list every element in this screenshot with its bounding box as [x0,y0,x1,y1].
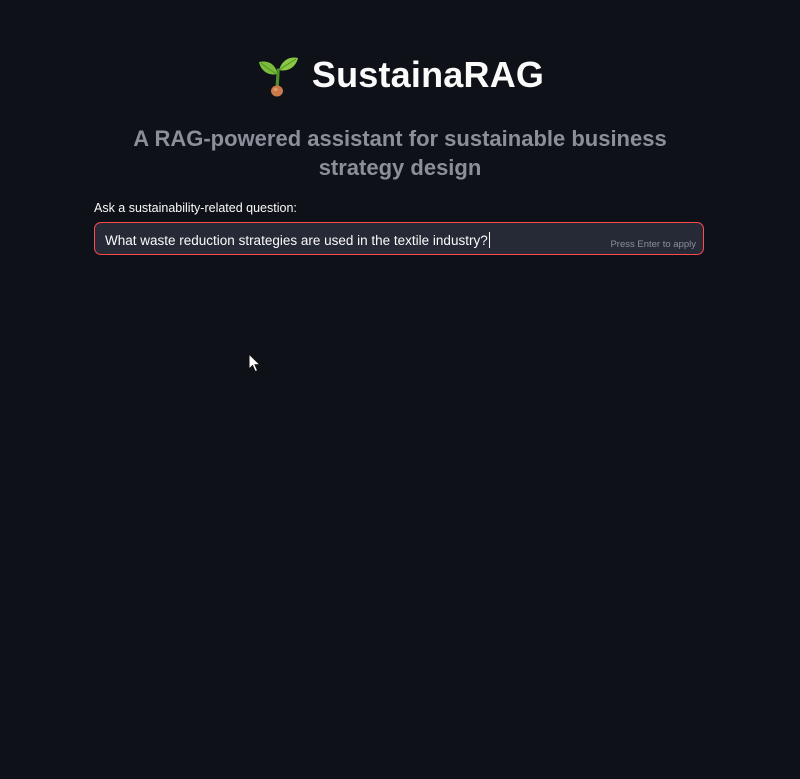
app-page: SustainaRAG A RAG-powered assistant for … [0,0,800,779]
app-title: SustainaRAG [311,54,545,95]
sprout-icon [256,52,300,98]
question-input-value[interactable]: What waste reduction strategies are used… [105,232,490,248]
question-input[interactable]: What waste reduction strategies are used… [94,222,704,255]
question-label: Ask a sustainability-related question: [94,201,297,215]
text-caret [488,232,490,248]
mouse-pointer-icon [248,352,262,373]
press-enter-hint: Press Enter to apply [610,239,696,250]
app-subtitle: A RAG-powered assistant for sustainable … [133,126,667,180]
header: SustainaRAG [0,52,800,98]
